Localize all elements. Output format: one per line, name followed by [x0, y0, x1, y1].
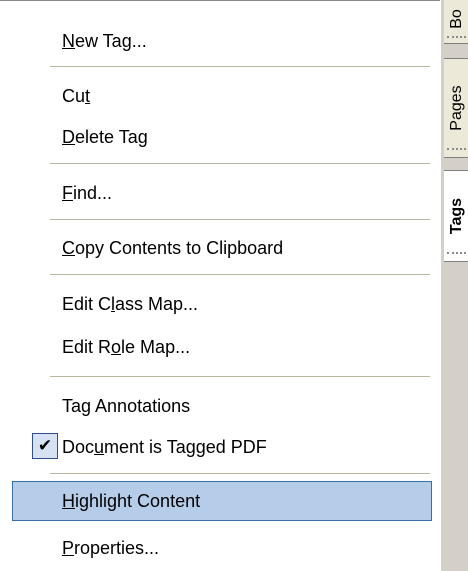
- menu-item-edit-role-map[interactable]: Edit Role Map...: [12, 327, 432, 367]
- menu-item-label: Cut: [62, 85, 91, 106]
- menu-item-label: Edit Class Map...: [62, 293, 199, 314]
- menu-item-new-tag[interactable]: New Tag...: [12, 21, 432, 61]
- tab-label: Tags: [447, 197, 465, 235]
- tab-grip: [447, 36, 466, 41]
- tab-pages[interactable]: Pages: [444, 58, 468, 158]
- tab-grip: [447, 148, 466, 153]
- menu-item-label: Tag Annotations: [62, 395, 191, 416]
- menu-item-tag-annotations[interactable]: Tag Annotations: [12, 386, 432, 426]
- menu-separator: [50, 473, 430, 475]
- menu-item-copy-contents-to-clipboard[interactable]: Copy Contents to Clipboard: [12, 228, 432, 268]
- menu-item-delete-tag[interactable]: Delete Tag: [12, 117, 432, 157]
- menu-item-document-is-tagged-pdf[interactable]: ✔ Document is Tagged PDF: [12, 427, 432, 467]
- tab-grip: [447, 252, 466, 257]
- menu-separator: [50, 163, 430, 165]
- checkmark-icon: ✔: [32, 433, 58, 459]
- menu-separator: [50, 219, 430, 221]
- tab-tags[interactable]: Tags: [444, 170, 468, 262]
- menu-item-label: Document is Tagged PDF: [62, 436, 267, 457]
- tab-bookmarks[interactable]: Bo: [444, 0, 468, 44]
- menu-item-label: Copy Contents to Clipboard: [62, 237, 284, 258]
- tab-label: Pages: [447, 85, 465, 131]
- menu-item-label: Find...: [62, 182, 113, 203]
- menu-item-edit-class-map[interactable]: Edit Class Map...: [12, 284, 432, 324]
- menu-item-highlight-content[interactable]: Highlight Content: [12, 481, 432, 521]
- menu-item-find[interactable]: Find...: [12, 173, 432, 213]
- menu-item-label: Edit Role Map...: [62, 336, 191, 357]
- menu-item-label: Delete Tag: [62, 126, 148, 147]
- menu-item-label: New Tag...: [62, 30, 147, 51]
- menu-item-label: Highlight Content: [62, 490, 201, 511]
- tab-label: Bo: [447, 9, 465, 29]
- side-tab-strip: Bo Pages Tags: [440, 0, 468, 571]
- menu-separator: [50, 376, 430, 378]
- menu-item-label: Properties...: [62, 537, 160, 558]
- menu-item-cut[interactable]: Cut: [12, 76, 432, 116]
- menu-item-properties[interactable]: Properties...: [12, 528, 432, 568]
- menu-separator: [50, 274, 430, 276]
- context-menu: New Tag... Cut Delete Tag Find... Copy C…: [0, 0, 440, 571]
- menu-separator: [50, 66, 430, 68]
